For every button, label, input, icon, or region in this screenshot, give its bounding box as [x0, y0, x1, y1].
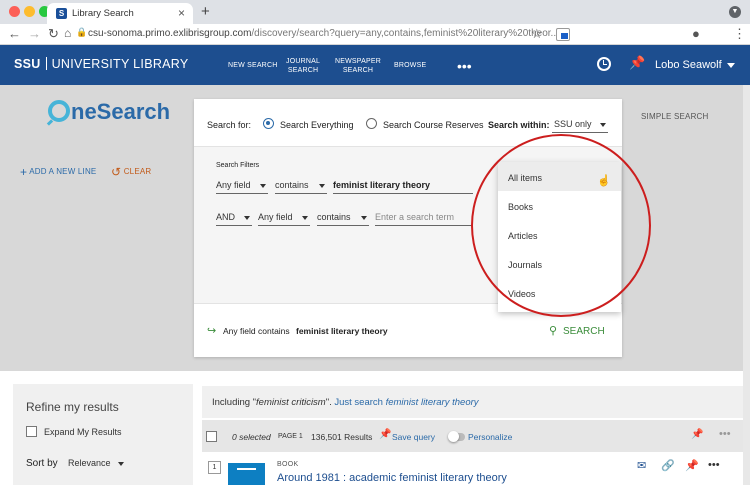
chevron-down-icon	[361, 216, 367, 220]
tab-close-icon[interactable]: ×	[178, 6, 185, 20]
more-actions-icon[interactable]: •••	[719, 428, 731, 440]
chevron-down-icon	[244, 216, 250, 220]
results-toolbar: 0 selected PAGE 1 136,501 Results 📌 Save…	[202, 420, 747, 452]
chevron-down-icon	[319, 184, 325, 188]
sort-select[interactable]: Relevance	[68, 458, 126, 472]
including-text: Including "feminist criticism". Just sea…	[212, 397, 479, 408]
address-bar: ← → ↻ ⌂ 🔒 csu-sonoma.primo.exlibrisgroup…	[0, 24, 750, 45]
sort-label: Sort by	[26, 458, 58, 469]
close-window-button[interactable]	[9, 6, 20, 17]
result-number: 1	[208, 461, 221, 474]
row1-search-term-input[interactable]: feminist literary theory	[333, 180, 473, 194]
search-history-icon[interactable]	[597, 57, 611, 71]
highlight-circle	[471, 134, 651, 317]
search-filters-label: Search Filters	[216, 162, 260, 169]
minimize-window-button[interactable]	[24, 6, 35, 17]
save-query-button[interactable]: Save query	[392, 432, 435, 442]
more-actions-icon[interactable]: •••	[708, 459, 720, 471]
extension-icon[interactable]	[556, 28, 570, 41]
expand-results-label[interactable]: Expand My Results	[44, 427, 122, 437]
nav-journal-search[interactable]: JOURNAL SEARCH	[286, 57, 320, 75]
result-type: BOOK	[277, 461, 299, 468]
undo-icon: ↺	[111, 165, 122, 179]
result-title-link[interactable]: Around 1981 : academic feminist literary…	[277, 472, 507, 484]
chevron-down-icon	[600, 123, 606, 127]
clear-button[interactable]: ↺ CLEAR	[111, 165, 151, 179]
user-name[interactable]: Lobo Seawolf	[655, 59, 722, 71]
pin-icon[interactable]: 📌	[629, 55, 645, 71]
tab-title: Library Search	[72, 8, 134, 19]
scrollbar[interactable]	[743, 85, 750, 485]
selected-count: 0 selected	[232, 432, 271, 442]
pin-icon[interactable]: 📌	[691, 429, 703, 440]
tab-favicon: S	[56, 8, 67, 19]
page-indicator: PAGE 1	[278, 433, 303, 440]
refine-panel: Refine my results Expand My Results Sort…	[13, 384, 193, 485]
library-header: SSU UNIVERSITY LIBRARY NEW SEARCH JOURNAL…	[0, 45, 750, 85]
chevron-down-icon	[118, 462, 124, 466]
search-within-select[interactable]: SSU only	[552, 119, 608, 133]
onesearch-logo: neSearch	[48, 99, 170, 125]
home-icon[interactable]: ⌂	[64, 26, 71, 40]
browser-menu-icon[interactable]: ⋮	[733, 26, 746, 42]
simple-search-link[interactable]: SIMPLE SEARCH	[641, 112, 709, 121]
course-reserves-radio[interactable]	[366, 118, 377, 129]
just-search-link[interactable]: Just search feminist literary theory	[334, 397, 478, 408]
row2-boolean-select[interactable]: AND	[216, 212, 252, 226]
search-everything-label[interactable]: Search Everything	[280, 120, 354, 130]
row2-search-term-input[interactable]: Enter a search term	[375, 212, 473, 226]
personalize-label[interactable]: Personalize	[468, 432, 512, 442]
user-menu-chevron-icon[interactable]	[727, 63, 735, 68]
personalize-toggle[interactable]	[448, 431, 465, 442]
refine-title: Refine my results	[26, 400, 119, 414]
url-field[interactable]: csu-sonoma.primo.exlibrisgroup.com/disco…	[88, 28, 559, 39]
browser-tab[interactable]: S Library Search ×	[47, 3, 193, 24]
arrow-right-icon: ↪	[207, 325, 217, 337]
search-for-label: Search for:	[207, 120, 252, 130]
search-within-label: Search within:	[488, 120, 550, 130]
onesearch-o-icon	[48, 100, 70, 122]
row2-field-select[interactable]: Any field	[258, 212, 310, 226]
reload-icon[interactable]: ↻	[48, 26, 59, 42]
link-icon[interactable]: 🔗	[661, 459, 675, 472]
select-all-checkbox[interactable]	[206, 431, 217, 442]
email-icon[interactable]: ✉	[637, 459, 646, 472]
bookmark-star-icon[interactable]: ☆	[531, 26, 543, 42]
more-menu-button[interactable]: •••	[457, 58, 472, 74]
summary-field: Any field	[223, 326, 256, 336]
plus-icon: +	[20, 165, 28, 179]
summary-term: feminist literary theory	[296, 326, 388, 336]
profile-icon[interactable]: ●	[692, 26, 700, 41]
search-button[interactable]: SEARCH	[563, 326, 605, 337]
chevron-down-icon	[302, 216, 308, 220]
expand-results-checkbox[interactable]	[26, 426, 37, 437]
pin-icon[interactable]: 📌	[379, 429, 391, 440]
browser-tab-bar: S Library Search × + ▼	[0, 0, 750, 24]
including-notice: Including "feminist criticism". Just sea…	[202, 386, 747, 418]
library-logo[interactable]: SSU UNIVERSITY LIBRARY	[14, 57, 189, 71]
including-term: feminist criticism	[256, 397, 326, 408]
row1-operator-select[interactable]: contains	[275, 180, 327, 194]
row2-operator-select[interactable]: contains	[317, 212, 369, 226]
nav-newspaper-search[interactable]: NEWSPAPER SEARCH	[335, 57, 381, 75]
back-icon[interactable]: ←	[8, 26, 21, 41]
row1-field-select[interactable]: Any field	[216, 180, 268, 194]
add-new-line-button[interactable]: + ADD A NEW LINE	[20, 165, 96, 179]
new-tab-button[interactable]: +	[201, 3, 210, 20]
search-icon[interactable]: ⚲	[549, 324, 557, 337]
results-count: 136,501 Results	[311, 432, 373, 442]
forward-icon[interactable]: →	[28, 26, 41, 41]
summary-operator: contains	[258, 326, 290, 336]
search-everything-radio[interactable]	[263, 118, 274, 129]
pin-icon[interactable]: 📌	[685, 459, 699, 472]
result-thumbnail[interactable]	[228, 463, 265, 485]
nav-new-search[interactable]: NEW SEARCH	[228, 61, 277, 70]
course-reserves-label[interactable]: Search Course Reserves	[383, 120, 484, 130]
nav-browse[interactable]: BROWSE	[394, 61, 426, 70]
chevron-down-icon	[260, 184, 266, 188]
tab-menu-icon[interactable]: ▼	[729, 6, 741, 18]
lock-icon[interactable]: 🔒	[76, 27, 87, 38]
